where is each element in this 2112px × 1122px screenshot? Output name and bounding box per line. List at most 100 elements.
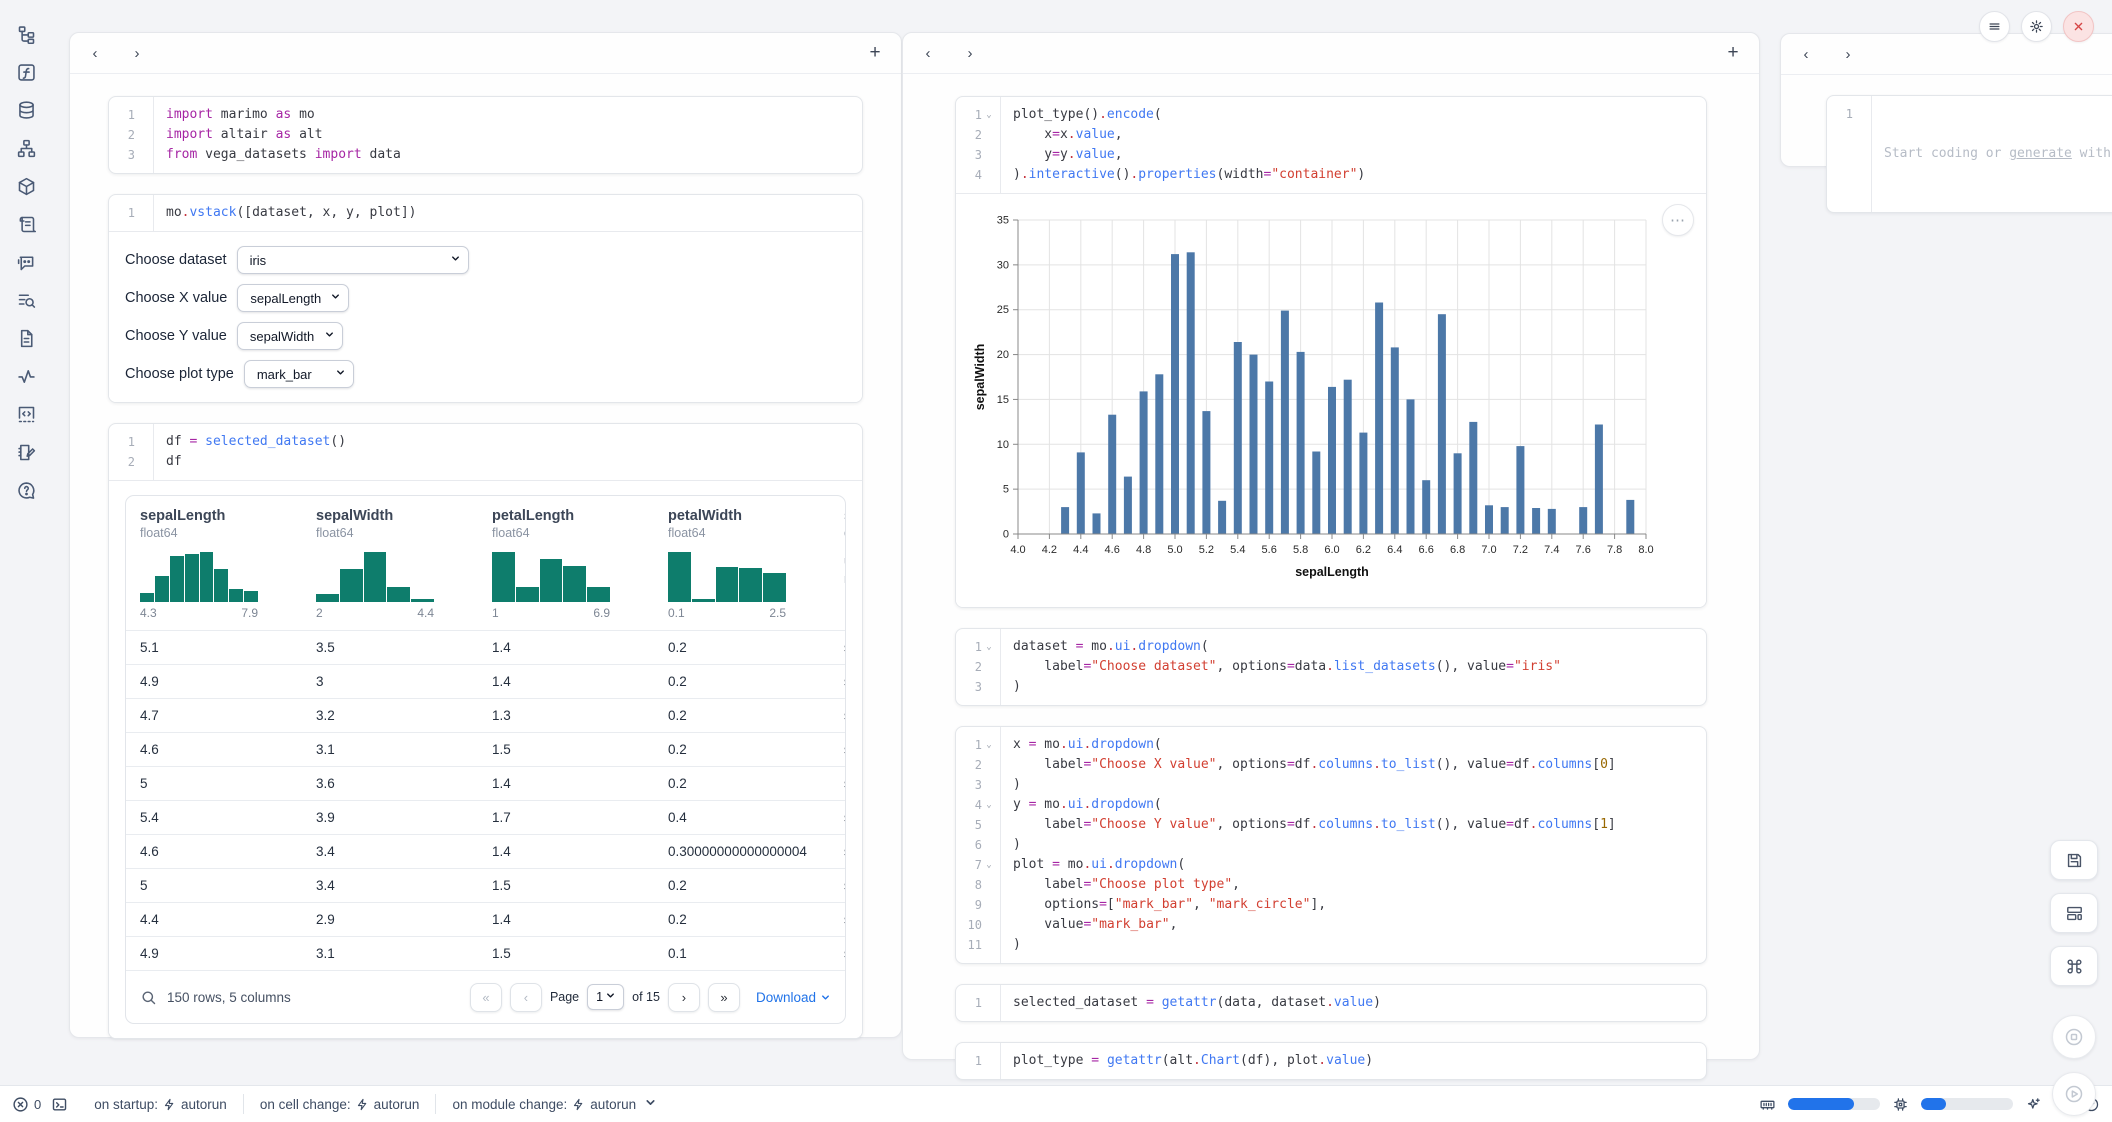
code-editor[interactable]: 123import marimo as moimport altair as a…: [109, 97, 862, 173]
help-circle-icon[interactable]: [14, 478, 38, 502]
code-token: (: [1154, 797, 1162, 812]
gutter: 123: [109, 97, 154, 173]
cell-plot-type: 1plot_type = getattr(alt.Chart(df), plot…: [955, 1042, 1707, 1080]
code-editor[interactable]: 1mo.vstack([dataset, x, y, plot]): [109, 195, 862, 231]
fold-chevron-icon[interactable]: ⌄: [982, 795, 996, 815]
code-token: getattr: [1162, 995, 1217, 1010]
activity-icon[interactable]: [14, 364, 38, 388]
range-min: 0.1: [668, 606, 685, 620]
close-icon[interactable]: [2063, 11, 2094, 42]
dropdown-select[interactable]: iris: [237, 246, 469, 274]
column-scroll-right-icon[interactable]: ›: [1837, 43, 1859, 65]
code-content: df = selected_dataset()df: [154, 424, 862, 480]
command-button[interactable]: [2050, 946, 2098, 986]
notebook-pen-icon[interactable]: [14, 440, 38, 464]
svg-text:7.0: 7.0: [1481, 544, 1496, 556]
prev-page-button[interactable]: ‹: [510, 983, 542, 1012]
table-row[interactable]: 53.41.50.2setosa: [126, 868, 845, 902]
gear-icon[interactable]: [2021, 11, 2052, 42]
first-page-button[interactable]: «: [470, 983, 502, 1012]
fold-chevron-icon[interactable]: ⌄: [982, 855, 996, 875]
autorun-setting[interactable]: on module change:autorun: [435, 1094, 673, 1114]
code-editor[interactable]: 1⌄234⌄567⌄891011x = mo.ui.dropdown( labe…: [956, 727, 1706, 963]
code-editor[interactable]: 1selected_dataset = getattr(data, datase…: [956, 985, 1706, 1021]
file-tree-icon[interactable]: [14, 22, 38, 46]
table-column-header[interactable]: petalLengthfloat6416.9: [478, 508, 654, 630]
table-row[interactable]: 53.61.40.2setosa: [126, 766, 845, 800]
file-text-icon[interactable]: [14, 326, 38, 350]
autorun-setting[interactable]: on startup:autorun: [78, 1094, 243, 1114]
code-content: dataset = mo.ui.dropdown( label="Choose …: [1001, 629, 1706, 705]
code-token: getattr: [1107, 1053, 1162, 1068]
code-editor[interactable]: 12df = selected_dataset()df: [109, 424, 862, 480]
code-editor[interactable]: 1plot_type = getattr(alt.Chart(df), plot…: [956, 1043, 1706, 1079]
column-scroll-left-icon[interactable]: ‹: [84, 42, 106, 64]
table-row[interactable]: 5.43.91.70.4setosa: [126, 800, 845, 834]
save-button[interactable]: [2050, 840, 2098, 880]
download-button[interactable]: Download: [756, 990, 831, 1005]
table-column-header[interactable]: speciesobjectunique:nulls:: [830, 508, 846, 630]
column-scroll-right-icon[interactable]: ›: [126, 42, 148, 64]
terminal-icon[interactable]: [51, 1096, 68, 1113]
errors-indicator[interactable]: 0: [12, 1096, 41, 1113]
line-number: 1: [956, 993, 982, 1013]
generate-with-ai-link[interactable]: generate: [2009, 146, 2072, 161]
menu-icon[interactable]: [1979, 11, 2010, 42]
histogram-bar: [244, 591, 258, 602]
chart-menu-icon[interactable]: ⋯: [1662, 204, 1694, 236]
package-icon[interactable]: [14, 174, 38, 198]
scroll-text-icon[interactable]: [14, 212, 38, 236]
add-column-button[interactable]: +: [863, 41, 887, 65]
page-select[interactable]: 1: [587, 984, 624, 1010]
fold-chevron-icon[interactable]: ⌄: [982, 105, 996, 125]
table-column-header[interactable]: sepalWidthfloat6424.4: [302, 508, 478, 630]
last-page-button[interactable]: »: [708, 983, 740, 1012]
autorun-setting[interactable]: on cell change:autorun: [243, 1094, 436, 1114]
fold-chevron-icon[interactable]: ⌄: [982, 735, 996, 755]
dropdown-select[interactable]: mark_bar: [244, 360, 354, 388]
dropdown-select[interactable]: sepalWidth: [237, 322, 343, 350]
function-square-icon[interactable]: [14, 60, 38, 84]
notebook-column-1: ‹ › + 123import marimo as moimport altai…: [69, 32, 902, 1038]
stop-button[interactable]: [2052, 1015, 2096, 1059]
code-editor[interactable]: 1 Start coding or generate with: [1827, 96, 2112, 212]
list-search-icon[interactable]: [14, 288, 38, 312]
cpu-icon[interactable]: [1892, 1096, 1909, 1113]
altair-bar-chart[interactable]: 4.04.24.44.64.85.05.25.45.65.86.06.26.46…: [966, 204, 1700, 601]
table-row[interactable]: 4.73.21.30.2setosa: [126, 698, 845, 732]
code-token: [1099, 1053, 1107, 1068]
code-editor[interactable]: 1⌄234plot_type().encode( x=x.value, y=y.…: [956, 97, 1706, 193]
add-column-button[interactable]: +: [1721, 41, 1745, 65]
gutter: 1⌄23: [956, 629, 1001, 705]
table-row[interactable]: 4.42.91.40.2setosa: [126, 902, 845, 936]
table-row[interactable]: 4.63.11.50.2setosa: [126, 732, 845, 766]
dropdown-select[interactable]: sepalLength: [237, 284, 349, 312]
memory-icon[interactable]: [1759, 1096, 1776, 1113]
layout-button[interactable]: [2050, 893, 2098, 933]
search-icon[interactable]: [140, 989, 157, 1006]
next-page-button[interactable]: ›: [668, 983, 700, 1012]
code-token: vstack: [189, 205, 236, 220]
table-row[interactable]: 4.63.41.40.30000000000000004setosa: [126, 834, 845, 868]
table-row[interactable]: 5.13.51.40.2setosa: [126, 630, 845, 664]
column-scroll-left-icon[interactable]: ‹: [917, 42, 939, 64]
code-editor[interactable]: 1⌄23dataset = mo.ui.dropdown( label="Cho…: [956, 629, 1706, 705]
table-cell: 3.4: [302, 878, 478, 893]
table-column-header[interactable]: petalWidthfloat640.12.5: [654, 508, 830, 630]
play-button[interactable]: [2052, 1072, 2096, 1116]
bot-chat-icon[interactable]: [14, 250, 38, 274]
line-number: 7: [956, 855, 982, 875]
table-cell: 0.1: [654, 946, 830, 961]
histogram-bar: [516, 587, 539, 602]
table-row[interactable]: 4.93.11.50.1setosa: [126, 936, 845, 970]
table-row[interactable]: 4.931.40.2setosa: [126, 664, 845, 698]
table-column-header[interactable]: sepalLengthfloat644.37.9: [126, 508, 302, 630]
column-scroll-left-icon[interactable]: ‹: [1795, 43, 1817, 65]
database-icon[interactable]: [14, 98, 38, 122]
code-square-icon[interactable]: [14, 402, 38, 426]
fold-chevron-icon[interactable]: ⌄: [982, 637, 996, 657]
network-icon[interactable]: [14, 136, 38, 160]
sparkles-icon[interactable]: [2025, 1096, 2042, 1113]
column-scroll-right-icon[interactable]: ›: [959, 42, 981, 64]
svg-text:25: 25: [997, 304, 1009, 316]
